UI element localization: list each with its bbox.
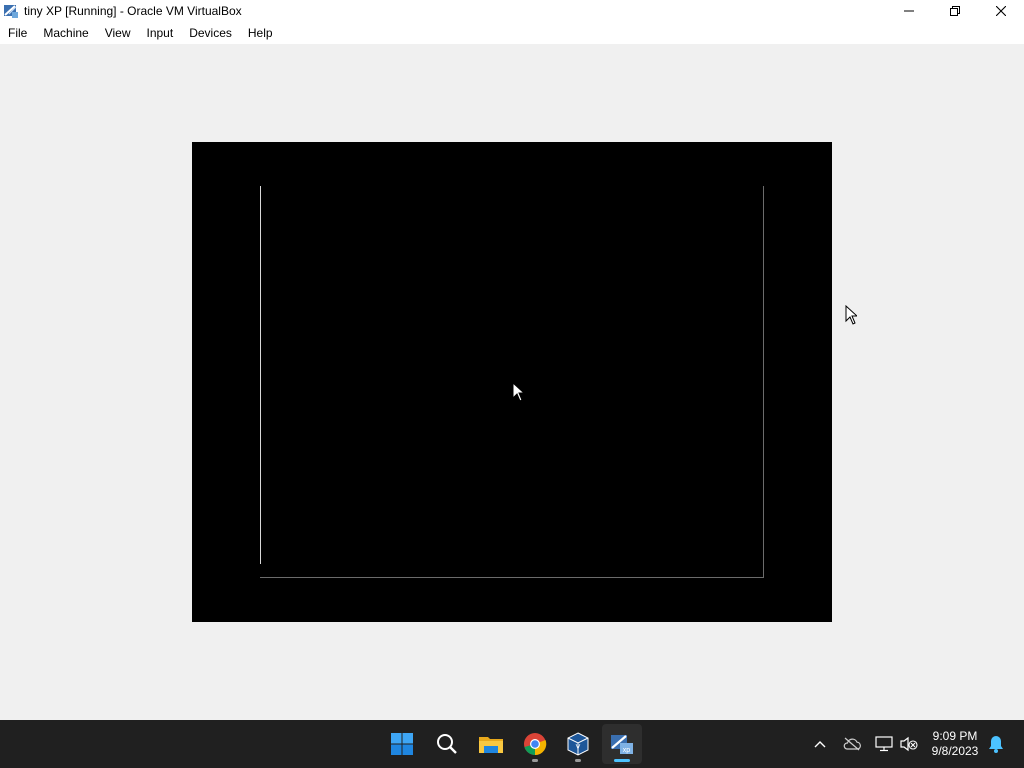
vm-border-left [260,186,261,564]
volume-tray-button[interactable] [897,732,921,756]
menu-view[interactable]: View [97,22,139,44]
running-indicator [532,759,538,762]
clock-time: 9:09 PM [932,729,978,743]
chrome-icon [524,733,547,756]
virtualbox-button[interactable]: V [558,724,598,764]
cloud-offline-icon [843,737,861,751]
minimize-button[interactable] [886,0,932,22]
tiny-xp-vm-button[interactable]: xp [602,724,642,764]
running-indicator [575,759,581,762]
taskbar: V xp [0,720,1024,768]
network-icon [875,736,893,752]
minimize-icon [904,10,914,12]
folder-icon [479,737,503,753]
menu-bar: File Machine View Input Devices Help [0,22,1024,44]
vm-display[interactable] [192,142,832,622]
menu-devices[interactable]: Devices [181,22,240,44]
file-explorer-button[interactable] [471,724,511,764]
bell-icon [989,736,1003,753]
close-button[interactable] [978,0,1024,22]
show-hidden-icons-button[interactable] [808,732,832,756]
restore-icon [950,6,960,16]
virtualbox-app-icon [3,3,19,19]
clock-date: 9/8/2023 [931,744,979,758]
menu-file[interactable]: File [0,22,35,44]
vm-border-bottom [260,577,764,578]
menu-machine[interactable]: Machine [35,22,96,44]
menu-help[interactable]: Help [240,22,281,44]
restore-button[interactable] [932,0,978,22]
active-indicator [614,759,630,762]
close-icon [996,6,1006,16]
search-icon [437,734,457,754]
window-title: tiny XP [Running] - Oracle VM VirtualBox [24,4,242,18]
taskbar-clock[interactable]: 9:09 PM 9/8/2023 [922,729,988,759]
virtualbox-icon: V [567,732,589,756]
volume-muted-icon [900,736,918,752]
svg-text:xp: xp [623,747,631,754]
guest-mouse-cursor-icon [512,382,524,402]
onedrive-tray-button[interactable] [840,732,864,756]
menu-input[interactable]: Input [139,22,182,44]
start-button[interactable] [382,724,422,764]
host-mouse-cursor-icon [845,305,857,325]
windows-start-icon [391,733,413,755]
vm-xp-icon: xp [611,735,633,754]
title-bar[interactable]: tiny XP [Running] - Oracle VM VirtualBox [0,0,1024,22]
chrome-button[interactable] [515,724,555,764]
chevron-up-icon [814,741,826,748]
vm-border-right [763,186,764,578]
svg-text:V: V [576,744,581,751]
network-tray-button[interactable] [872,732,896,756]
search-button[interactable] [427,724,467,764]
